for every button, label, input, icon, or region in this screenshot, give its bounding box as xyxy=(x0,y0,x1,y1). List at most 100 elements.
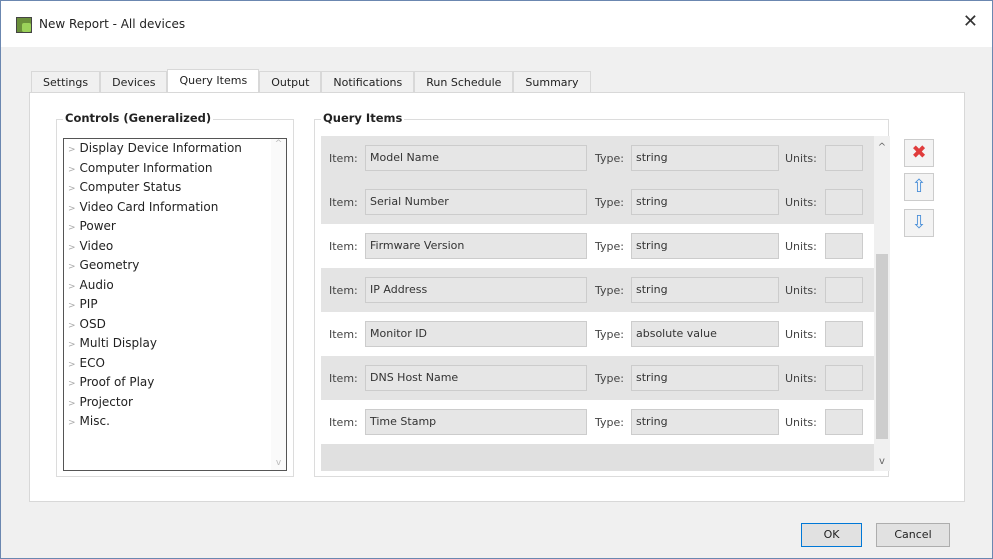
query-item-row[interactable]: Item: DNS Host Name Type: string Units: xyxy=(321,356,874,400)
units-field[interactable] xyxy=(825,277,863,303)
title-bar: New Report - All devices ✕ xyxy=(1,1,992,47)
type-label: Type: xyxy=(595,195,624,209)
tree-item[interactable]: > Projector xyxy=(64,393,286,413)
scroll-down-icon[interactable]: v xyxy=(271,458,286,468)
tab-summary[interactable]: Summary xyxy=(513,71,591,93)
query-item-row[interactable]: Item: Model Name Type: string Units: xyxy=(321,136,874,180)
expand-chevron-icon[interactable]: > xyxy=(68,418,76,428)
scrollbar-thumb[interactable] xyxy=(876,254,888,439)
tree-item[interactable]: > Display Device Information xyxy=(64,139,286,159)
cancel-button[interactable]: Cancel xyxy=(876,523,950,547)
units-field[interactable] xyxy=(825,409,863,435)
controls-group-label: Controls (Generalized) xyxy=(63,111,214,125)
item-label: Item: xyxy=(329,151,358,165)
tree-item[interactable]: > Video xyxy=(64,237,286,257)
tab-output[interactable]: Output xyxy=(259,71,322,93)
tree-item-label: PIP xyxy=(79,297,98,311)
type-field[interactable]: string xyxy=(631,189,779,215)
query-item-row[interactable]: Item: Time Stamp Type: string Units: xyxy=(321,400,874,444)
type-field[interactable]: string xyxy=(631,409,779,435)
scroll-down-icon[interactable]: v xyxy=(874,456,890,467)
ok-button[interactable]: OK xyxy=(801,523,862,547)
item-field[interactable]: Serial Number xyxy=(365,189,587,215)
tab-settings[interactable]: Settings xyxy=(31,71,101,93)
query-item-row[interactable]: Item: IP Address Type: string Units: xyxy=(321,268,874,312)
expand-chevron-icon[interactable]: > xyxy=(68,184,76,194)
tree-item[interactable]: > Computer Information xyxy=(64,159,286,179)
expand-chevron-icon[interactable]: > xyxy=(68,360,76,370)
units-field[interactable] xyxy=(825,145,863,171)
tree-item-label: Proof of Play xyxy=(79,375,155,389)
tree-item[interactable]: > Proof of Play xyxy=(64,373,286,393)
query-items-scrollbar[interactable]: ^ v xyxy=(874,136,890,471)
expand-chevron-icon[interactable]: > xyxy=(68,379,76,389)
tree-item[interactable]: > Misc. xyxy=(64,412,286,432)
query-item-row[interactable]: Item: Firmware Version Type: string Unit… xyxy=(321,224,874,268)
tree-item[interactable]: > ECO xyxy=(64,354,286,374)
tree-item[interactable]: > OSD xyxy=(64,315,286,335)
item-field[interactable]: DNS Host Name xyxy=(365,365,587,391)
item-label: Item: xyxy=(329,239,358,253)
expand-chevron-icon[interactable]: > xyxy=(68,301,76,311)
tab-bar: Settings Devices Query Items Output Notifica… xyxy=(31,69,591,93)
tab-notifications[interactable]: Notifications xyxy=(321,71,415,93)
close-icon[interactable]: ✕ xyxy=(963,11,978,32)
tab-query-items[interactable]: Query Items xyxy=(167,69,260,93)
units-field[interactable] xyxy=(825,233,863,259)
tree-item[interactable]: > Computer Status xyxy=(64,178,286,198)
tab-devices[interactable]: Devices xyxy=(100,71,168,93)
tree-item-label: Display Device Information xyxy=(79,141,242,155)
item-label: Item: xyxy=(329,415,358,429)
expand-chevron-icon[interactable]: > xyxy=(68,145,76,155)
item-field[interactable]: IP Address xyxy=(365,277,587,303)
units-field[interactable] xyxy=(825,321,863,347)
tree-item[interactable]: > Geometry xyxy=(64,256,286,276)
delete-item-button[interactable]: ✖ xyxy=(904,139,934,167)
tree-item[interactable]: > PIP xyxy=(64,295,286,315)
item-field[interactable]: Firmware Version xyxy=(365,233,587,259)
tree-item-label: Power xyxy=(79,219,116,233)
scroll-up-icon[interactable]: ^ xyxy=(874,142,890,153)
type-field[interactable]: string xyxy=(631,365,779,391)
type-field[interactable]: string xyxy=(631,277,779,303)
expand-chevron-icon[interactable]: > xyxy=(68,340,76,350)
item-field[interactable]: Monitor ID xyxy=(365,321,587,347)
units-label: Units: xyxy=(785,195,817,209)
tree-item-label: Computer Information xyxy=(79,160,213,175)
controls-scrollbar[interactable]: ^ v xyxy=(271,139,286,470)
query-item-row[interactable]: Item: Monitor ID Type: absolute value Un… xyxy=(321,312,874,356)
type-label: Type: xyxy=(595,239,624,253)
expand-chevron-icon[interactable]: > xyxy=(68,165,76,175)
tab-run-schedule[interactable]: Run Schedule xyxy=(414,71,514,93)
item-label: Item: xyxy=(329,327,358,341)
query-items-list[interactable]: Item: Model Name Type: string Units: Ite… xyxy=(321,136,874,471)
arrow-down-icon: ⇩ xyxy=(911,212,927,233)
scroll-up-icon[interactable]: ^ xyxy=(271,139,286,149)
expand-chevron-icon[interactable]: > xyxy=(68,204,76,214)
expand-chevron-icon[interactable]: > xyxy=(68,321,76,331)
move-down-button[interactable]: ⇩ xyxy=(904,209,934,237)
expand-chevron-icon[interactable]: > xyxy=(68,243,76,253)
type-field[interactable]: string xyxy=(631,145,779,171)
tree-item[interactable]: > Multi Display xyxy=(64,334,286,354)
dialog-window: New Report - All devices ✕ Settings Devic… xyxy=(0,0,993,559)
query-item-row[interactable]: Item: Serial Number Type: string Units: xyxy=(321,180,874,224)
controls-tree[interactable]: > Display Device Information > Computer Inf… xyxy=(63,138,287,471)
expand-chevron-icon[interactable]: > xyxy=(68,223,76,233)
item-field[interactable]: Time Stamp xyxy=(365,409,587,435)
item-field[interactable]: Model Name xyxy=(365,145,587,171)
type-field[interactable]: absolute value xyxy=(631,321,779,347)
units-field[interactable] xyxy=(825,189,863,215)
move-up-button[interactable]: ⇧ xyxy=(904,173,934,201)
expand-chevron-icon[interactable]: > xyxy=(68,262,76,272)
item-label: Item: xyxy=(329,283,358,297)
tree-item[interactable]: > Power xyxy=(64,217,286,237)
type-field[interactable]: string xyxy=(631,233,779,259)
units-label: Units: xyxy=(785,415,817,429)
type-label: Type: xyxy=(595,283,624,297)
tree-item[interactable]: > Audio xyxy=(64,276,286,296)
tree-item[interactable]: > Video Card Information xyxy=(64,198,286,218)
expand-chevron-icon[interactable]: > xyxy=(68,282,76,292)
units-field[interactable] xyxy=(825,365,863,391)
expand-chevron-icon[interactable]: > xyxy=(68,399,76,409)
